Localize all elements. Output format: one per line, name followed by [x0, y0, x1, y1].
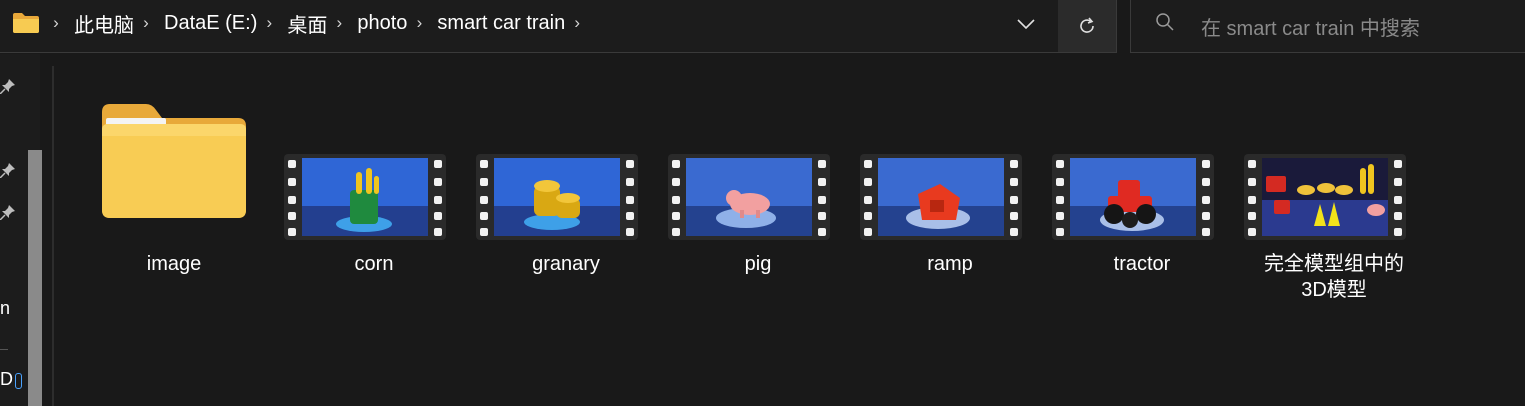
search-input[interactable]: 在 smart car train 中搜索 [1130, 0, 1525, 53]
nav-divider [0, 349, 8, 350]
search-icon [1156, 13, 1174, 31]
nav-scrollbar[interactable] [28, 150, 42, 406]
item-label-line-2: 3D模型 [1301, 279, 1367, 301]
breadcrumb-item-smart-car-train[interactable]: smart car train [437, 12, 565, 35]
video-item-3d-models[interactable]: 完全模型组中的 3D模型 [1244, 96, 1424, 316]
chevron-right-icon[interactable]: › [415, 13, 423, 33]
video-thumbnail [284, 154, 446, 240]
item-label: image [146, 253, 202, 275]
history-dropdown-button[interactable] [1006, 10, 1046, 38]
folder-icon [13, 13, 39, 33]
breadcrumb-item-desktop[interactable]: 桌面 [287, 9, 327, 38]
item-label: corn [354, 253, 394, 275]
breadcrumb-item-drive[interactable]: DataE (E:) [164, 12, 257, 35]
item-label: granary [532, 253, 600, 275]
breadcrumb-item-photo[interactable]: photo [357, 12, 407, 35]
breadcrumb-item-this-pc[interactable]: 此电脑 [74, 9, 134, 38]
video-thumbnail [860, 154, 1022, 240]
breadcrumb: › 此电脑 › DataE (E:) › 桌面 › photo › smart … [44, 0, 595, 46]
search-placeholder: 在 smart car train 中搜索 [1201, 18, 1420, 40]
video-item-tractor[interactable]: tractor [1052, 96, 1232, 316]
pin-icon[interactable] [0, 78, 16, 94]
refresh-button[interactable] [1058, 0, 1116, 52]
video-thumbnail [1244, 154, 1406, 240]
chevron-right-icon[interactable]: › [573, 13, 581, 33]
chevron-right-icon[interactable]: › [265, 13, 273, 33]
video-item-ramp[interactable]: ramp [860, 96, 1040, 316]
pin-icon[interactable] [0, 204, 16, 220]
navigation-pane: n D [0, 54, 42, 406]
drive-icon [15, 373, 22, 389]
pin-icon[interactable] [0, 162, 16, 178]
item-label: tractor [1113, 253, 1171, 275]
chevron-right-icon[interactable]: › [52, 13, 60, 33]
nav-item-label[interactable]: D [0, 369, 13, 390]
address-bar[interactable]: › 此电脑 › DataE (E:) › 桌面 › photo › smart … [0, 0, 1117, 53]
folder-item-image[interactable]: image [84, 96, 264, 316]
video-item-corn[interactable]: corn [284, 96, 464, 316]
video-thumbnail [1052, 154, 1214, 240]
chevron-right-icon[interactable]: › [335, 13, 343, 33]
video-item-granary[interactable]: granary [476, 96, 656, 316]
refresh-icon [1080, 17, 1094, 33]
item-label: pig [744, 253, 772, 275]
pane-splitter[interactable] [52, 66, 54, 406]
chevron-down-icon [1017, 19, 1035, 29]
folder-icon [102, 104, 246, 218]
item-label: ramp [927, 253, 973, 275]
chevron-right-icon[interactable]: › [142, 13, 150, 33]
video-thumbnail [476, 154, 638, 240]
item-label-line-1: 完全模型组中的 [1264, 253, 1404, 275]
nav-item-label[interactable]: n [0, 298, 10, 319]
video-item-pig[interactable]: pig [668, 96, 848, 316]
video-thumbnail [668, 154, 830, 240]
